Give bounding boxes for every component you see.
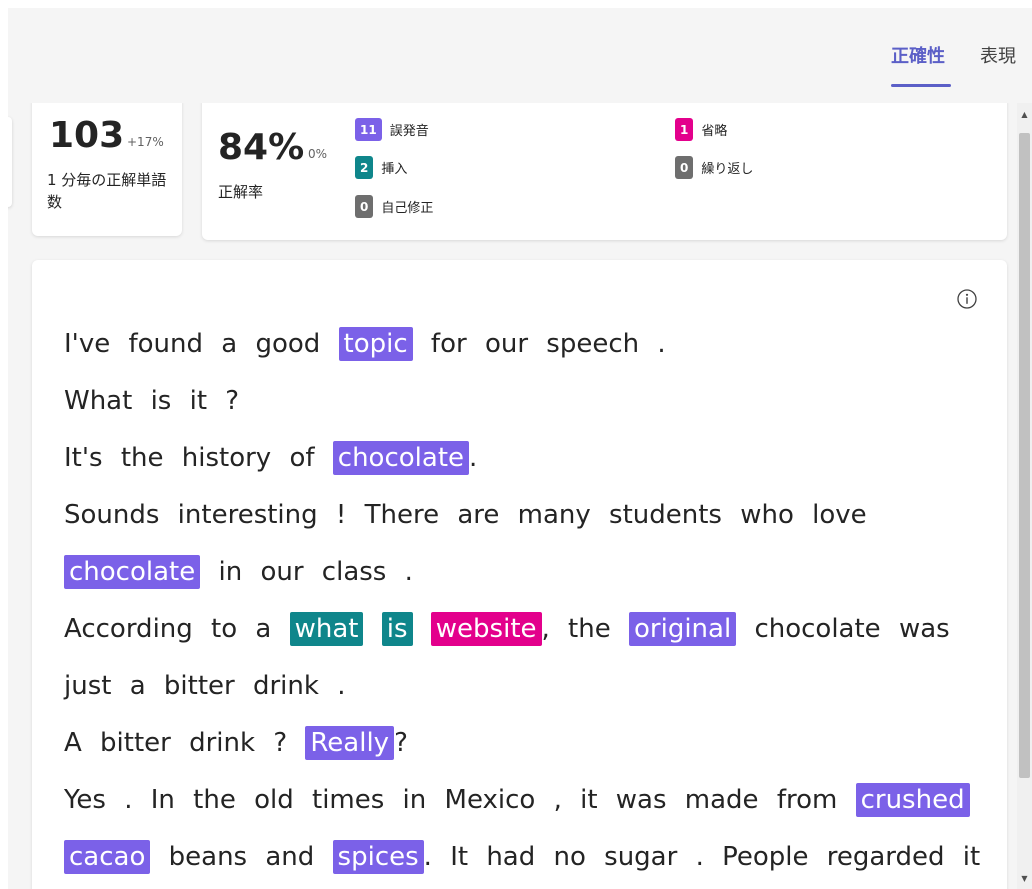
passage-segment: What is it ? [64, 386, 240, 416]
error-self-correction: 0 自己修正 [355, 195, 433, 218]
passage-line: Yes . In the old times in Mexico , it wa… [64, 772, 979, 829]
passage-line: I've found a good topic for our speech . [64, 316, 979, 373]
accuracy-label: 正解率 [218, 183, 264, 201]
mispronounced-word[interactable]: crushed [855, 783, 970, 817]
wpm-label: 1 分毎の正解単語数 [47, 171, 167, 211]
report-content: 103 +17% 1 分毎の正解単語数 84% 0% 正解率 11 誤発音 2 … [8, 103, 1017, 889]
header-bar: 正確性 表現 [8, 8, 1032, 103]
passage-segment [413, 614, 431, 644]
omitted-word[interactable]: website [430, 612, 542, 646]
mispronounced-word[interactable]: chocolate [64, 555, 201, 589]
error-repetition: 0 繰り返し [675, 156, 753, 179]
passage-line: According to a what is website, the orig… [64, 601, 979, 658]
vertical-scrollbar[interactable]: ▲ ▼ [1017, 103, 1032, 889]
passage-segment: . It had no sugar . People regarded it [423, 842, 981, 872]
inserted-word[interactable]: what [289, 612, 364, 646]
passage-line: Sounds interesting ! There are many stud… [64, 487, 979, 544]
accuracy-delta: 0% [308, 147, 328, 161]
mispronounced-word[interactable]: spices [332, 840, 424, 874]
scroll-down-icon[interactable]: ▼ [1017, 871, 1032, 885]
passage-segment: According to a [64, 614, 290, 644]
passage-segment: chocolate was [736, 614, 950, 644]
count-badge: 0 [675, 156, 694, 179]
passage-line: just a bitter drink . [64, 658, 979, 715]
accuracy-value: 84% [218, 127, 305, 168]
mispronounced-word[interactable]: cacao [64, 840, 151, 874]
passage-segment: in our class . [200, 557, 413, 587]
count-badge: 11 [355, 118, 382, 141]
error-label: 誤発音 [389, 124, 429, 139]
error-mispronunciation: 11 誤発音 [355, 118, 429, 141]
passage-segment: for our speech . [412, 329, 666, 359]
count-badge: 2 [355, 156, 374, 179]
passage-line: It's the history of chocolate. [64, 430, 979, 487]
passage-segment: I've found a good [64, 329, 339, 359]
wpm-card: 103 +17% 1 分毎の正解単語数 [32, 103, 182, 236]
passage-segment: A bitter drink ? [64, 728, 306, 758]
passage-line: A bitter drink ? Really? [64, 715, 979, 772]
wpm-value: 103 [49, 115, 125, 156]
scroll-thumb[interactable] [1019, 133, 1030, 778]
error-label: 自己修正 [381, 201, 434, 216]
error-insertion: 2 挿入 [355, 156, 407, 179]
passage-segment: . [469, 443, 478, 473]
tab-accuracy[interactable]: 正確性 [891, 42, 945, 68]
passage-segment: just a bitter drink . [64, 671, 346, 701]
count-badge: 1 [675, 118, 694, 141]
passage-segment: Yes . In the old times in Mexico , it wa… [64, 785, 856, 815]
active-tab-indicator [891, 84, 951, 87]
passage-line: chocolate in our class . [64, 544, 979, 601]
passage-segment: , the [541, 614, 629, 644]
mispronounced-word[interactable]: original [629, 612, 737, 646]
count-badge: 0 [355, 195, 374, 218]
passage-line: What is it ? [64, 373, 979, 430]
passage-segment [363, 614, 381, 644]
passage-card: I've found a good topic for our speech .… [32, 260, 1007, 889]
inserted-word[interactable]: is [381, 612, 413, 646]
tab-fluency[interactable]: 表現 [980, 42, 1016, 68]
error-label: 省略 [701, 124, 728, 139]
passage-segment: ? [394, 728, 408, 758]
mispronounced-word[interactable]: chocolate [332, 441, 470, 475]
error-label: 繰り返し [701, 162, 754, 177]
info-icon[interactable] [956, 288, 978, 310]
mispronounced-word[interactable]: Really [305, 726, 395, 760]
error-label: 挿入 [381, 162, 408, 177]
wpm-delta: +17% [127, 135, 164, 149]
passage-segment: Sounds interesting ! There are many stud… [64, 500, 867, 530]
passage-text: I've found a good topic for our speech .… [64, 316, 981, 886]
passage-line: cacao beans and spices. It had no sugar … [64, 829, 981, 886]
passage-segment: beans and [150, 842, 333, 872]
error-omission: 1 省略 [675, 118, 727, 141]
passage-segment: It's the history of [64, 443, 333, 473]
mispronounced-word[interactable]: topic [338, 327, 413, 361]
accuracy-card: 84% 0% 正解率 11 誤発音 2 挿入 0 自己修正 1 省略 0 繰り返… [202, 103, 1007, 240]
side-panel-edge [8, 117, 12, 207]
scroll-up-icon[interactable]: ▲ [1017, 107, 1032, 121]
